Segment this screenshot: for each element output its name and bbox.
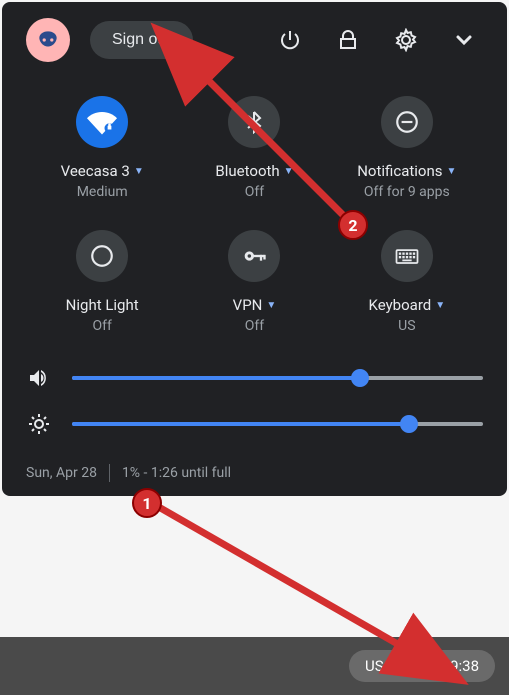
lock-icon bbox=[336, 28, 360, 52]
footer-battery: 1% - 1:26 until full bbox=[122, 465, 231, 481]
vpn-key-icon bbox=[228, 230, 280, 282]
tray-ime: US bbox=[365, 657, 384, 675]
notifications-label: Notifications bbox=[357, 162, 442, 180]
bluetooth-sublabel: Off bbox=[245, 184, 264, 200]
keyboard-sublabel: US bbox=[398, 318, 415, 334]
vpn-label: VPN bbox=[233, 296, 263, 314]
volume-icon[interactable] bbox=[26, 366, 52, 390]
night-light-sublabel: Off bbox=[92, 318, 111, 334]
notifications-sublabel: Off for 9 apps bbox=[364, 184, 450, 200]
keyboard-tile[interactable]: Keyboard▼ US bbox=[331, 230, 483, 334]
taskbar: US 09:38 bbox=[0, 637, 509, 695]
wifi-label: Veecasa 3 bbox=[61, 162, 130, 180]
do-not-disturb-icon bbox=[381, 96, 433, 148]
brightness-slider[interactable] bbox=[72, 422, 483, 426]
avatar-animal-icon bbox=[35, 27, 61, 53]
tray-time: 09:38 bbox=[442, 657, 479, 675]
vpn-tile[interactable]: VPN▼ Off bbox=[178, 230, 330, 334]
chevron-down-icon bbox=[452, 28, 476, 52]
caret-icon: ▼ bbox=[134, 166, 144, 177]
quick-settings-panel: Sign out Veecasa 3 ▼ Medium Bluetooth ▼ bbox=[2, 2, 507, 496]
night-light-icon bbox=[76, 230, 128, 282]
sign-out-button[interactable]: Sign out bbox=[90, 21, 193, 59]
night-light-tile[interactable]: Night Light Off bbox=[26, 230, 178, 334]
footer-date: Sun, Apr 28 bbox=[26, 465, 97, 481]
tray-battery-charging-icon bbox=[422, 657, 432, 675]
notifications-tile[interactable]: Notifications ▼ Off for 9 apps bbox=[331, 96, 483, 200]
collapse-button[interactable] bbox=[445, 21, 483, 59]
bluetooth-tile[interactable]: Bluetooth ▼ Off bbox=[178, 96, 330, 200]
tray-wifi-icon bbox=[394, 657, 412, 675]
brightness-icon[interactable] bbox=[26, 412, 52, 436]
avatar[interactable] bbox=[26, 18, 70, 62]
system-tray[interactable]: US 09:38 bbox=[349, 650, 495, 682]
power-button[interactable] bbox=[271, 21, 309, 59]
vpn-sublabel: Off bbox=[245, 318, 264, 334]
wifi-sublabel: Medium bbox=[77, 184, 128, 200]
settings-button[interactable] bbox=[387, 21, 425, 59]
volume-slider[interactable] bbox=[72, 376, 483, 380]
night-light-label: Night Light bbox=[66, 296, 139, 314]
brightness-slider-row bbox=[26, 412, 483, 436]
tiles-grid: Veecasa 3 ▼ Medium Bluetooth ▼ Off Notific… bbox=[26, 96, 483, 334]
wifi-icon bbox=[76, 96, 128, 148]
keyboard-icon bbox=[381, 230, 433, 282]
caret-icon: ▼ bbox=[284, 166, 294, 177]
caret-icon: ▼ bbox=[435, 300, 445, 311]
footer-row: Sun, Apr 28 1% - 1:26 until full bbox=[26, 458, 483, 488]
wifi-tile[interactable]: Veecasa 3 ▼ Medium bbox=[26, 96, 178, 200]
gear-icon bbox=[394, 28, 418, 52]
volume-slider-row bbox=[26, 366, 483, 390]
power-icon bbox=[278, 28, 302, 52]
bluetooth-label: Bluetooth bbox=[215, 162, 279, 180]
caret-icon: ▼ bbox=[447, 166, 457, 177]
header-row: Sign out bbox=[26, 18, 483, 62]
bluetooth-icon bbox=[228, 96, 280, 148]
keyboard-label: Keyboard bbox=[369, 296, 432, 314]
caret-icon: ▼ bbox=[266, 300, 276, 311]
lock-button[interactable] bbox=[329, 21, 367, 59]
